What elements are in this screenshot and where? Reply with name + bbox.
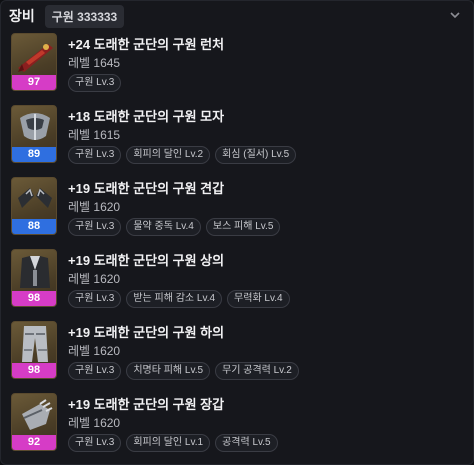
- equipment-item[interactable]: 98 +19 도래한 군단의 구원 하의레벨 1620 구원 Lv.3 치명타 피해 …: [11, 321, 467, 387]
- item-level: 레벨 1620: [68, 200, 121, 214]
- item-level: 레벨 1620: [68, 344, 121, 358]
- helmet-icon: 89: [11, 105, 57, 163]
- launcher-icon: 97: [11, 33, 57, 91]
- engraving-tag: 구원 Lv.3: [68, 362, 122, 380]
- equipment-item[interactable]: 92 +19 도래한 군단의 구원 장갑레벨 1620 구원 Lv.3 회피의 달인 …: [11, 393, 467, 459]
- item-name: +19 도래한 군단의 구원 하의: [68, 325, 225, 340]
- engraving-tag: 회심 (질서) Lv.5: [215, 146, 297, 164]
- engraving-tag: 무력화 Lv.4: [227, 290, 290, 308]
- equipment-header: 장비 구원 333333: [1, 1, 473, 31]
- pants-icon: 98: [11, 321, 57, 379]
- item-tags: 구원 Lv.3 회피의 달인 Lv.2 회심 (질서) Lv.5: [68, 146, 297, 164]
- item-name: +24 도래한 군단의 구원 런처: [68, 37, 225, 52]
- shoulder-icon: 88: [11, 177, 57, 235]
- item-tags: 구원 Lv.3 치명타 피해 Lv.5 무기 공격력 Lv.2: [68, 362, 299, 380]
- item-name: +19 도래한 군단의 구원 견갑: [68, 181, 225, 196]
- chest-icon: 98: [11, 249, 57, 307]
- item-name: +18 도래한 군단의 구원 모자: [68, 109, 225, 124]
- gloves-icon: 92: [11, 393, 57, 451]
- quality-badge: 98: [12, 363, 56, 378]
- engraving-tag: 구원 Lv.3: [68, 74, 122, 92]
- equipment-item[interactable]: 98 +19 도래한 군단의 구원 상의레벨 1620 구원 Lv.3 받는 피해 감…: [11, 249, 467, 315]
- item-level: 레벨 1645: [68, 56, 121, 70]
- item-tags: 구원 Lv.3 회피의 달인 Lv.1 공격력 Lv.5: [68, 434, 278, 452]
- item-tags: 구원 Lv.3 물약 중독 Lv.4 보스 피해 Lv.5: [68, 218, 281, 236]
- engraving-tag: 무기 공격력 Lv.2: [215, 362, 299, 380]
- engraving-tag: 회피의 달인 Lv.2: [126, 146, 211, 164]
- item-level: 레벨 1615: [68, 128, 121, 142]
- item-tags: 구원 Lv.3: [68, 74, 122, 92]
- engraving-tag: 보스 피해 Lv.5: [205, 218, 281, 236]
- engraving-tag: 구원 Lv.3: [68, 218, 122, 236]
- quality-badge: 92: [12, 435, 56, 450]
- engraving-tag: 물약 중독 Lv.4: [126, 218, 201, 236]
- engraving-tag: 공격력 Lv.5: [215, 434, 278, 452]
- quality-badge: 88: [12, 219, 56, 234]
- equipment-item[interactable]: 97 +24 도래한 군단의 구원 런처레벨 1645 구원 Lv.3: [11, 33, 467, 99]
- item-tags: 구원 Lv.3 받는 피해 감소 Lv.4 무력화 Lv.4: [68, 290, 290, 308]
- quality-badge: 89: [12, 147, 56, 162]
- item-name: +19 도래한 군단의 구원 상의: [68, 253, 225, 268]
- equipment-title: 장비: [9, 8, 35, 24]
- set-badge: 구원 333333: [44, 4, 125, 28]
- engraving-tag: 회피의 달인 Lv.1: [126, 434, 211, 452]
- engraving-tag: 구원 Lv.3: [68, 434, 122, 452]
- engraving-tag: 받는 피해 감소 Lv.4: [126, 290, 223, 308]
- engraving-tag: 치명타 피해 Lv.5: [126, 362, 211, 380]
- equipment-panel: 장비 구원 333333 97 +24 도래한 군단의 구원 런처레벨 1645 구…: [0, 0, 474, 465]
- equipment-item[interactable]: 89 +18 도래한 군단의 구원 모자레벨 1615 구원 Lv.3 회피의 달인 …: [11, 105, 467, 171]
- engraving-tag: 구원 Lv.3: [68, 146, 122, 164]
- item-level: 레벨 1620: [68, 272, 121, 286]
- engraving-tag: 구원 Lv.3: [68, 290, 122, 308]
- item-level: 레벨 1620: [68, 416, 121, 430]
- quality-badge: 98: [12, 291, 56, 306]
- equipment-item[interactable]: 88 +19 도래한 군단의 구원 견갑레벨 1620 구원 Lv.3 물약 중독 L…: [11, 177, 467, 243]
- item-name: +19 도래한 군단의 구원 장갑: [68, 397, 225, 412]
- chevron-icon[interactable]: [447, 7, 463, 23]
- quality-badge: 97: [12, 75, 56, 90]
